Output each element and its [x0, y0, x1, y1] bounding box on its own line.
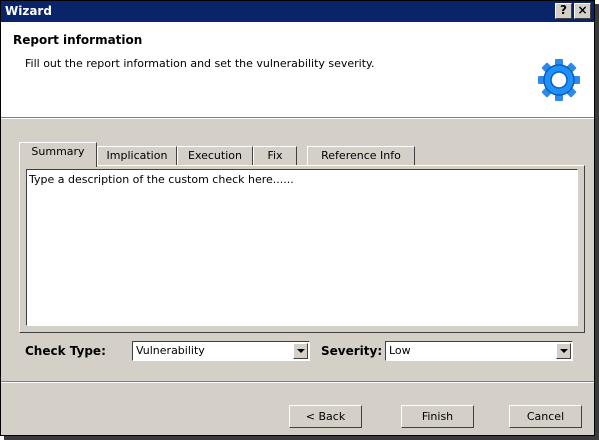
header-divider	[1, 117, 594, 119]
window-title: Wizard	[5, 4, 52, 18]
finish-button[interactable]: Finish	[401, 405, 474, 428]
window-shadow-right	[595, 4, 599, 440]
chevron-down-icon[interactable]	[556, 343, 571, 359]
check-type-label: Check Type:	[25, 344, 106, 358]
chevron-down-icon[interactable]	[293, 343, 308, 359]
wizard-window: Wizard ? × Report information Fill out t…	[0, 0, 595, 436]
title-bar[interactable]: Wizard ? ×	[1, 1, 594, 22]
check-type-value: Vulnerability	[136, 344, 205, 357]
help-button[interactable]: ?	[555, 3, 572, 19]
cancel-button[interactable]: Cancel	[509, 405, 582, 428]
severity-select[interactable]: Low	[385, 341, 573, 361]
header-title: Report information	[13, 33, 143, 47]
tab-fix[interactable]: Fix	[253, 146, 297, 166]
back-button[interactable]: < Back	[289, 405, 362, 428]
gear-icon	[538, 59, 580, 101]
severity-label: Severity:	[321, 344, 383, 358]
severity-value: Low	[389, 344, 411, 357]
window-shadow-bottom	[4, 436, 599, 440]
tab-reference-info[interactable]: Reference Info	[307, 146, 415, 166]
check-type-select[interactable]: Vulnerability	[132, 341, 310, 361]
header-subtitle: Fill out the report information and set …	[25, 57, 375, 70]
tab-summary[interactable]: Summary	[19, 142, 97, 167]
close-button[interactable]: ×	[574, 3, 591, 19]
tab-panel: Type a description of the custom check h…	[19, 165, 585, 333]
footer-divider	[1, 381, 594, 383]
tab-execution[interactable]: Execution	[177, 146, 253, 166]
summary-textarea[interactable]: Type a description of the custom check h…	[26, 169, 578, 326]
tab-implication[interactable]: Implication	[97, 146, 177, 166]
